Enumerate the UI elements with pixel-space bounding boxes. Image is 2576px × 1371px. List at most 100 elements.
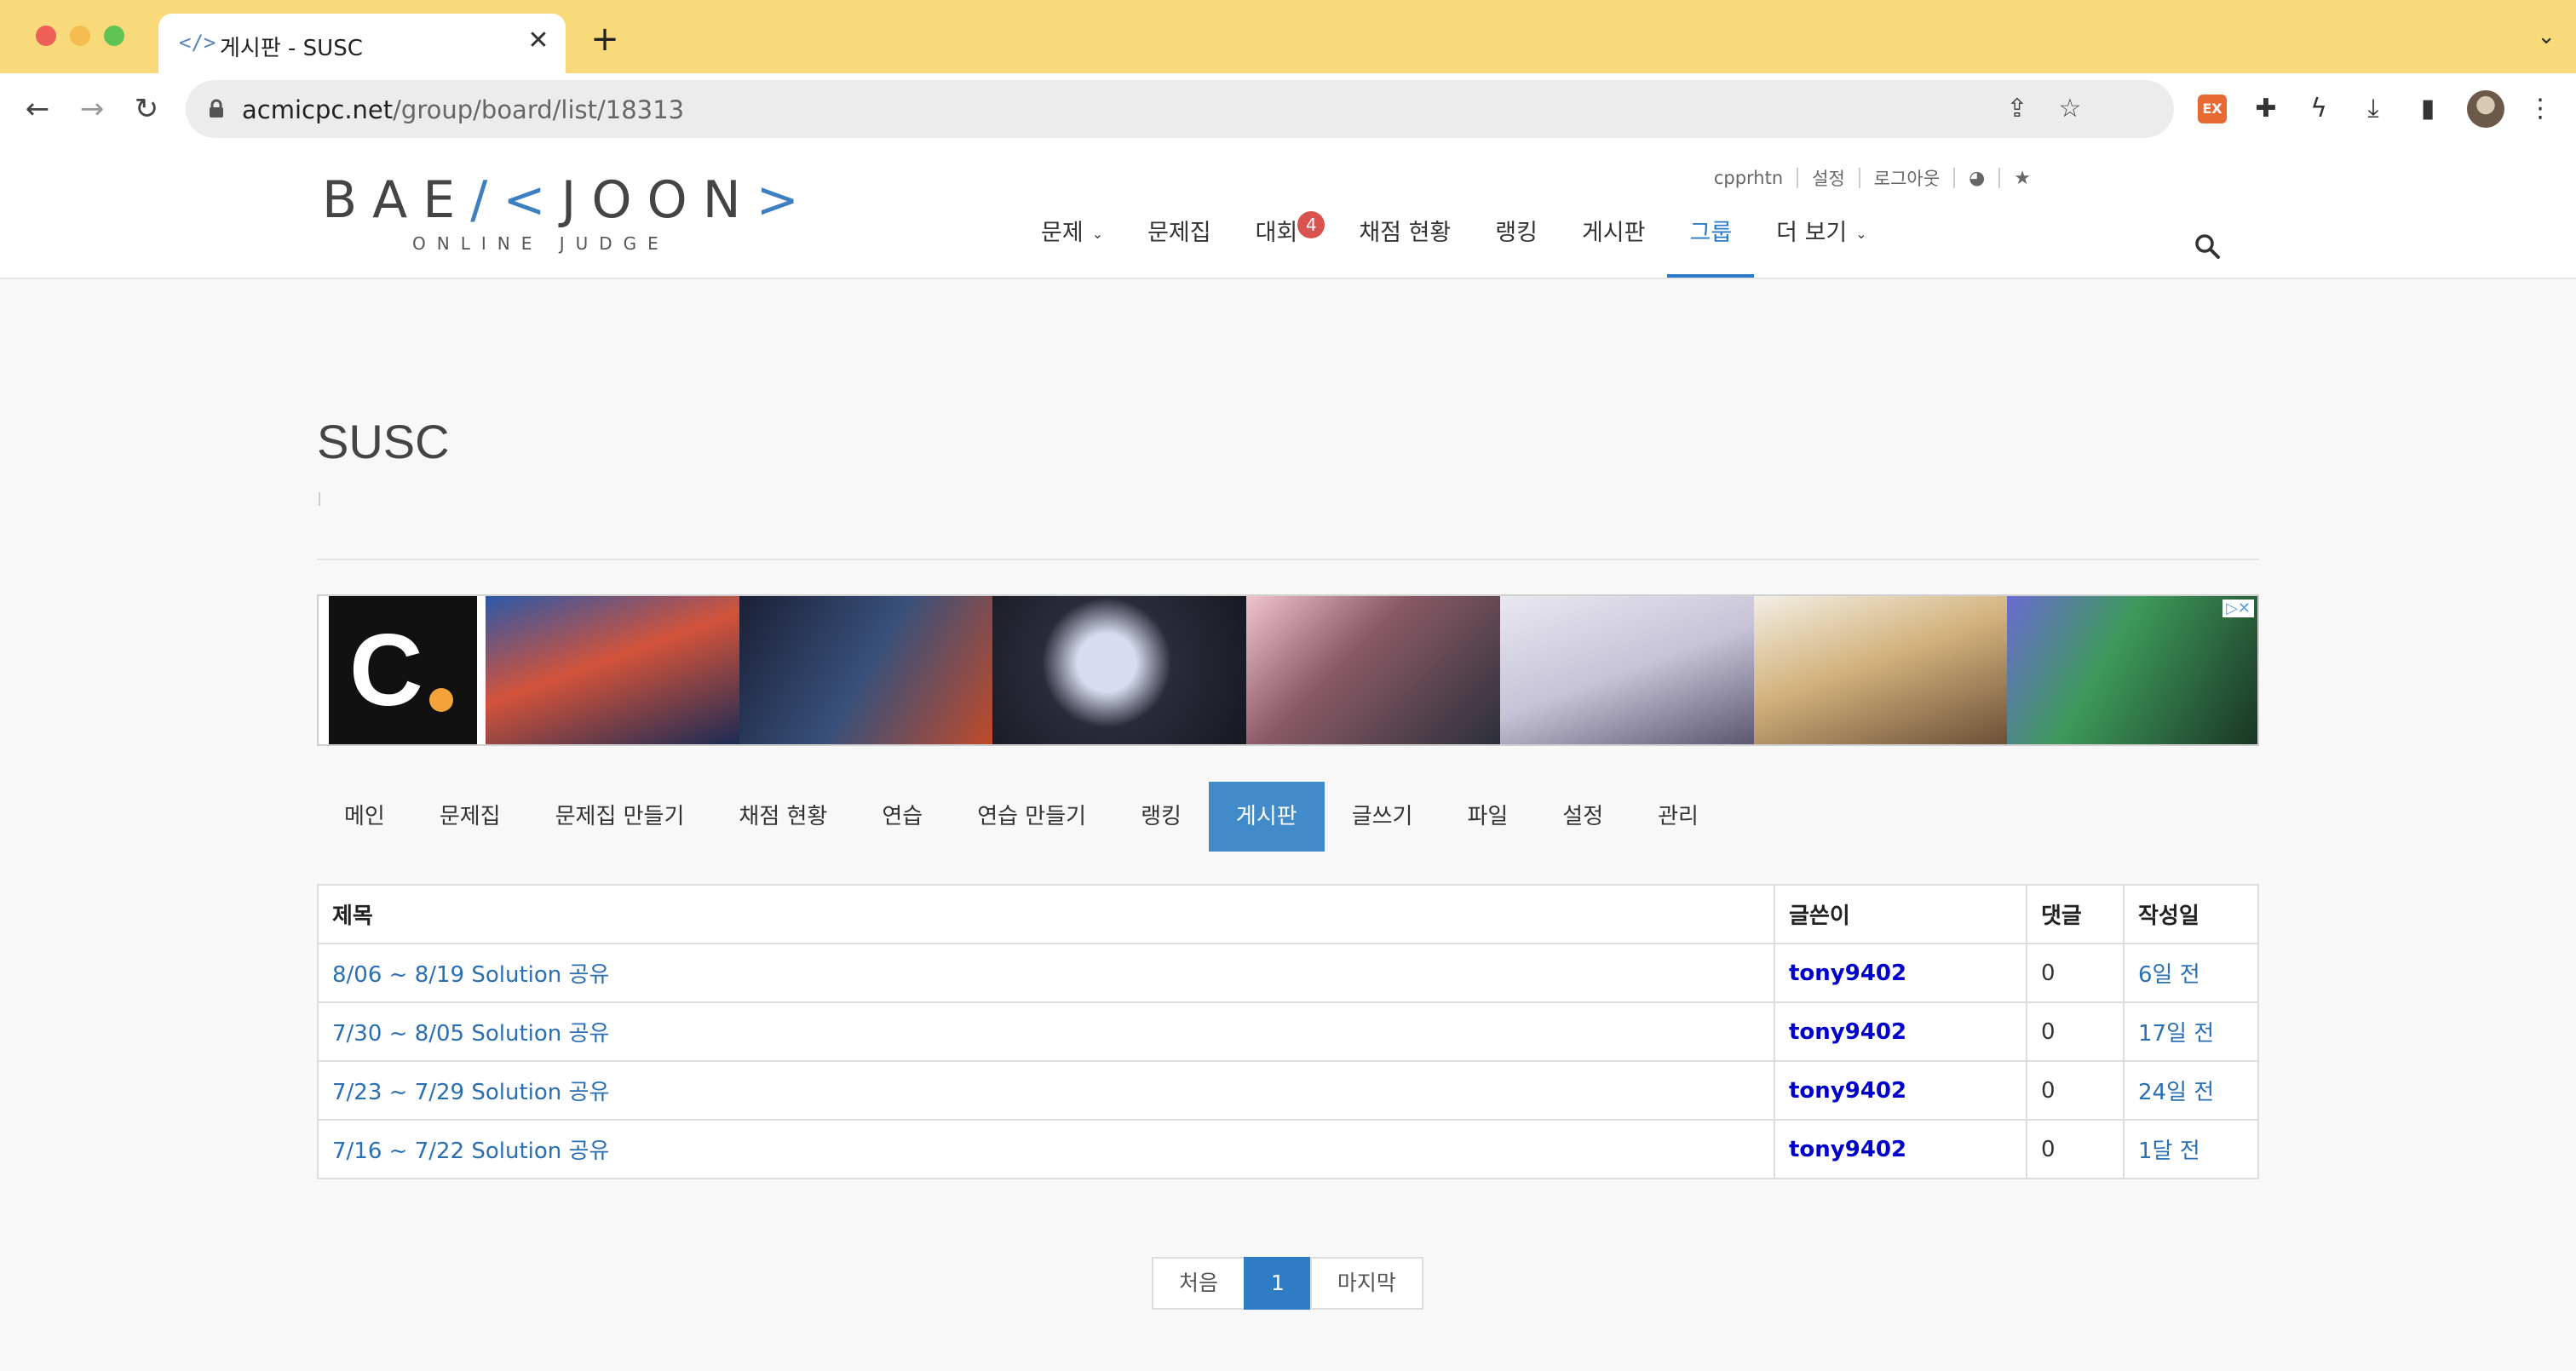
post-author-link[interactable]: tony9402	[1774, 1060, 2027, 1121]
board-table: 제목 글쓴이 댓글 작성일 8/06 ~ 8/19 Solution 공유 to…	[317, 884, 2259, 1179]
post-comment-count: 0	[2026, 1001, 2125, 1062]
table-row: 7/23 ~ 7/29 Solution 공유 tony9402 0 24일 전	[317, 1060, 2259, 1121]
site-logo[interactable]: BAE/<JOON>	[322, 170, 814, 230]
new-tab-button[interactable]: +	[586, 20, 624, 58]
tab-title: 게시판 - SUSC	[220, 36, 363, 61]
post-comment-count: 0	[2026, 1119, 2125, 1179]
pagination: 처음 1 마지막	[1152, 1257, 1423, 1310]
main-nav: 문제 ⌄ 문제집 대회 4 채점 현황 랭킹 게시판 그룹 더 보기 ⌄	[1019, 199, 1889, 278]
site-logo-subtitle: ONLINE JUDGE	[412, 233, 670, 254]
back-arrow-icon[interactable]: ←	[17, 89, 58, 129]
post-title-link[interactable]: 7/16 ~ 7/22 Solution 공유	[317, 1119, 1775, 1179]
divider	[1797, 168, 1799, 188]
subnav-main[interactable]: 메인	[317, 782, 412, 852]
post-date-link[interactable]: 6일 전	[2123, 943, 2259, 1003]
post-title-link[interactable]: 7/30 ~ 8/05 Solution 공유	[317, 1001, 1775, 1062]
subnav-status[interactable]: 채점 현황	[711, 782, 854, 852]
post-author-link[interactable]: tony9402	[1774, 1119, 2027, 1179]
page-title: SUSC	[317, 415, 450, 468]
subnav-practice[interactable]: 연습	[854, 782, 950, 852]
extensions-puzzle-icon[interactable]: ✚	[2249, 92, 2283, 126]
minimize-window-button[interactable]	[70, 26, 90, 46]
subnav-files[interactable]: 파일	[1440, 782, 1535, 852]
ad-banner[interactable]: C ▷✕	[317, 594, 2259, 746]
search-icon[interactable]	[2193, 232, 2222, 261]
site-favicon-icon: </>	[179, 31, 216, 54]
divider	[317, 559, 2259, 560]
page-current-button[interactable]: 1	[1244, 1257, 1312, 1310]
column-header-title: 제목	[317, 884, 1775, 944]
tab-close-icon[interactable]: ✕	[523, 26, 554, 56]
nav-group[interactable]: 그룹	[1667, 199, 1755, 278]
ad-image-strip	[486, 596, 2257, 744]
extension-ex-icon[interactable]: EX	[2198, 95, 2227, 123]
post-date-link[interactable]: 17일 전	[2123, 1001, 2259, 1062]
post-author-link[interactable]: tony9402	[1774, 943, 2027, 1003]
globe-icon[interactable]: ◕	[1969, 168, 1985, 189]
address-bar[interactable]: acmicpc.net/group/board/list/18313 ⇪ ☆	[186, 80, 2174, 138]
subnav-ranking[interactable]: 랭킹	[1113, 782, 1209, 852]
post-title-link[interactable]: 7/23 ~ 7/29 Solution 공유	[317, 1060, 1775, 1121]
nav-more[interactable]: 더 보기 ⌄	[1754, 199, 1889, 278]
browser-toolbar: ← → ↻ acmicpc.net/group/board/list/18313…	[0, 73, 2576, 146]
user-links: cpprhtn 설정 로그아웃 ◕ ★	[1714, 165, 2031, 191]
nav-status[interactable]: 채점 현황	[1320, 199, 1473, 278]
table-row: 7/30 ~ 8/05 Solution 공유 tony9402 0 17일 전	[317, 1001, 2259, 1062]
browser-menu-icon[interactable]: ⋮	[2523, 92, 2557, 126]
download-icon[interactable]: ⤓	[2356, 92, 2390, 126]
post-comment-count: 0	[2026, 943, 2125, 1003]
subnav-workbooks[interactable]: 문제집	[412, 782, 528, 852]
close-window-button[interactable]	[36, 26, 56, 46]
post-date-link[interactable]: 1달 전	[2123, 1119, 2259, 1179]
column-header-comments: 댓글	[2026, 884, 2125, 944]
browser-tab-active[interactable]: </> 게시판 - SUSC ✕	[158, 14, 566, 73]
reload-icon[interactable]: ↻	[126, 89, 167, 129]
forward-arrow-icon[interactable]: →	[72, 89, 112, 129]
side-panel-icon[interactable]: ▮	[2411, 92, 2445, 126]
table-row: 7/16 ~ 7/22 Solution 공유 tony9402 0 1달 전	[317, 1119, 2259, 1179]
profile-avatar[interactable]	[2467, 90, 2504, 128]
page-first-button[interactable]: 처음	[1152, 1257, 1246, 1310]
table-row: 8/06 ~ 8/19 Solution 공유 tony9402 0 6일 전	[317, 943, 2259, 1003]
url-text: acmicpc.net/group/board/list/18313	[242, 95, 685, 124]
username-link[interactable]: cpprhtn	[1714, 168, 1783, 188]
post-title-link[interactable]: 8/06 ~ 8/19 Solution 공유	[317, 943, 1775, 1003]
lock-icon	[210, 99, 223, 118]
settings-link[interactable]: 설정	[1812, 165, 1845, 191]
nav-problems[interactable]: 문제 ⌄	[1019, 199, 1125, 278]
subnav-write[interactable]: 글쓰기	[1325, 782, 1440, 852]
star-icon[interactable]: ★	[2014, 168, 2031, 189]
group-description-marker	[319, 492, 320, 506]
ad-logo: C	[329, 596, 477, 744]
divider	[1953, 168, 1956, 188]
subnav-manage[interactable]: 관리	[1630, 782, 1726, 852]
subnav-create-workbook[interactable]: 문제집 만들기	[528, 782, 712, 852]
site-header: BAE/<JOON> ONLINE JUDGE cpprhtn 설정 로그아웃 …	[0, 145, 2576, 279]
ad-choices-icon[interactable]: ▷✕	[2222, 599, 2254, 617]
nav-board[interactable]: 게시판	[1560, 199, 1668, 278]
share-icon[interactable]: ⇪	[2000, 92, 2034, 126]
divider	[1998, 168, 2001, 188]
maximize-window-button[interactable]	[104, 26, 124, 46]
divider	[1858, 168, 1860, 188]
post-date-link[interactable]: 24일 전	[2123, 1060, 2259, 1121]
logout-link[interactable]: 로그아웃	[1874, 165, 1940, 191]
page-last-button[interactable]: 마지막	[1309, 1257, 1423, 1310]
column-header-author: 글쓴이	[1774, 884, 2027, 944]
post-author-link[interactable]: tony9402	[1774, 1001, 2027, 1062]
chevron-down-icon: ⌄	[1091, 225, 1104, 242]
subnav-settings[interactable]: 설정	[1535, 782, 1630, 852]
nav-contests[interactable]: 대회 4	[1233, 199, 1325, 278]
subnav-create-practice[interactable]: 연습 만들기	[950, 782, 1113, 852]
chevron-down-icon: ⌄	[1855, 225, 1867, 242]
extension-bolt-icon[interactable]: ϟ	[2302, 92, 2336, 126]
subnav-board[interactable]: 게시판	[1208, 782, 1325, 852]
nav-ranking[interactable]: 랭킹	[1473, 199, 1560, 278]
group-subnav: 메인 문제집 문제집 만들기 채점 현황 연습 연습 만들기 랭킹 게시판 글쓰…	[317, 782, 1726, 852]
tab-search-chevron-icon[interactable]: ⌄	[2537, 24, 2556, 49]
nav-workbooks[interactable]: 문제집	[1125, 199, 1233, 278]
table-header-row: 제목 글쓴이 댓글 작성일	[317, 884, 2259, 944]
bookmark-star-icon[interactable]: ☆	[2053, 92, 2087, 126]
browser-tab-bar: </> 게시판 - SUSC ✕ + ⌄	[0, 0, 2576, 73]
column-header-date: 작성일	[2123, 884, 2259, 944]
